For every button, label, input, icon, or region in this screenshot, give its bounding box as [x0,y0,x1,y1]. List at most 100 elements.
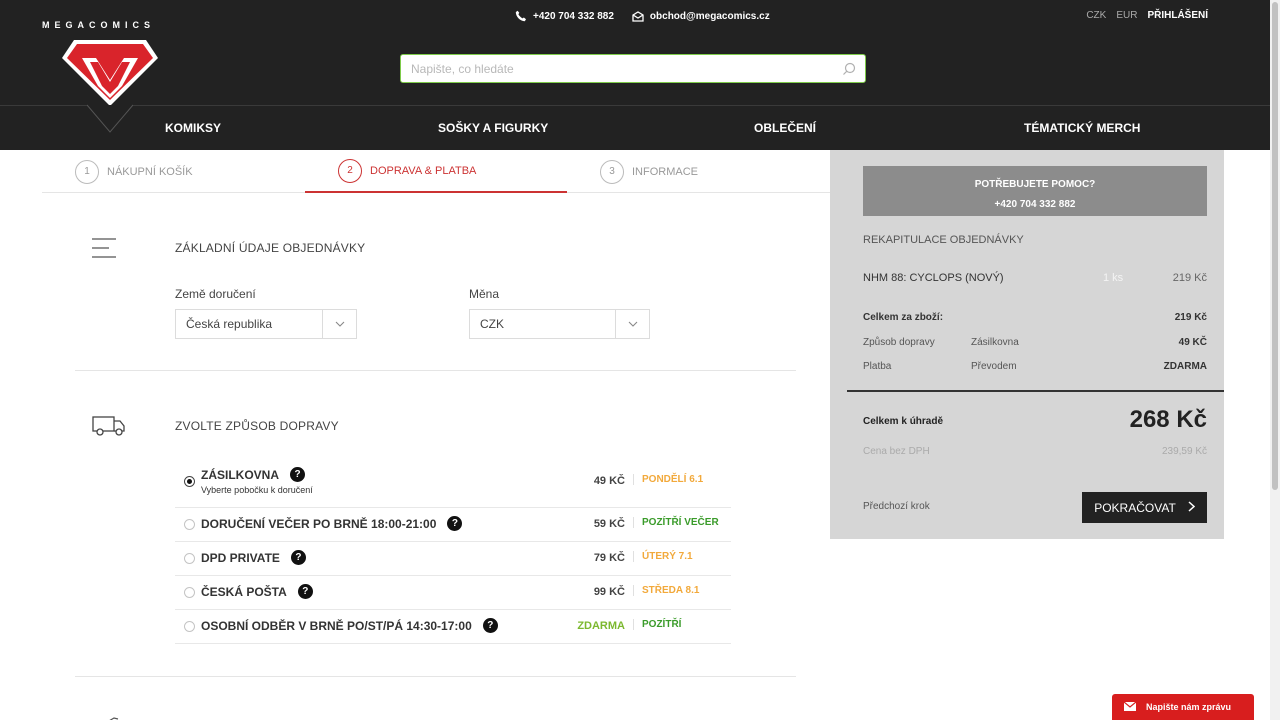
payment-method: Převodem [971,361,1017,372]
radio-button[interactable] [184,519,195,530]
country-label: Země doručení [175,287,256,301]
logo[interactable] [60,36,160,110]
radio-button[interactable] [184,621,195,632]
total-label: Celkem k úhradě [863,416,944,427]
nav-item-sosky-a-figurky[interactable]: SOŠKY A FIGURKY [438,121,548,135]
main-nav: KOMIKSY SOŠKY A FIGURKY OBLEČENÍ TÉMATIC… [0,105,1270,150]
shipping-option-label: DORUČENÍ VEČER PO BRNĚ 18:00-21:00 [201,516,437,531]
nav-item-tematicky-merch[interactable]: TÉMATICKÝ MERCH [1024,121,1140,135]
chat-label: Napište nám zprávu [1146,702,1232,712]
help-icon[interactable]: ? [482,618,498,633]
contact-bar: +420 704 332 882 obchod@megacomics.cz [515,10,770,22]
step-label: DOPRAVA & PLATBA [370,164,477,177]
shipping-option-label: OSOBNÍ ODBĚR V BRNĚ PO/ST/PÁ 14:30-17:00 [201,618,472,633]
phone-contact[interactable]: +420 704 332 882 [515,10,614,22]
shipping-option-dpd-private[interactable]: DPD PRIVATE ? 79 KČ ÚTERÝ 7.1 [175,542,731,576]
payment-section-icon [100,712,120,720]
currency-select[interactable]: CZK [469,309,650,339]
shipping-method: Zásilkovna [971,337,1019,348]
help-icon[interactable]: ? [447,516,463,531]
search-input[interactable] [401,55,821,82]
shipping-option-price: 79 KČ [593,552,625,564]
radio-button[interactable] [184,476,195,487]
scrollbar-thumb[interactable] [1272,2,1278,490]
shipping-option-label: ZÁSILKOVNA [201,467,279,482]
menu-lines-icon [92,238,118,265]
step-label: NÁKUPNÍ KOŠÍK [107,165,193,178]
shipping-option-label: ČESKÁ POŠTA [201,584,287,599]
shipping-option-date: STŘEDA 8.1 [633,585,699,596]
continue-label: POKRAČOVAT [1094,500,1176,515]
basic-info-title: ZÁKLADNÍ ÚDAJE OBJEDNÁVKY [175,241,366,255]
nav-item-komiksy[interactable]: KOMIKSY [165,121,221,135]
chat-button[interactable]: Napište nám zprávu [1112,694,1254,720]
shipping-option-doruceni-vecer[interactable]: DORUČENÍ VEČER PO BRNĚ 18:00-21:00 ? 59 … [175,508,731,542]
search-box [400,54,866,83]
country-select[interactable]: Česká republika [175,309,357,339]
shipping-option-label: DPD PRIVATE [201,550,280,565]
email-address: obchod@megacomics.cz [649,10,770,22]
help-icon[interactable]: ? [290,467,305,482]
currency-label: Měna [469,287,500,301]
goods-value: 219 Kč [1174,312,1207,323]
order-summary: POTŘEBUJETE POMOC? +420 704 332 882 REKA… [830,150,1224,539]
net-price-label: Cena bez DPH [863,446,930,457]
shipping-option-ceska-posta[interactable]: ČESKÁ POŠTA ? 99 KČ STŘEDA 8.1 [175,576,731,610]
checkout-steps: 1 NÁKUPNÍ KOŠÍK 2 DOPRAVA & PLATBA 3 INF… [42,150,830,193]
shipping-value: 49 KČ [1178,337,1207,348]
header: MEGACOMICS +420 704 332 882 obchod@megac… [0,0,1280,106]
summary-item-price: 219 Kč [1172,272,1207,284]
shipping-option-name: ČESKÁ POŠTA ? [201,584,313,599]
shipping-label: Způsob dopravy [863,337,935,348]
summary-title: REKAPITULACE OBJEDNÁVKY [863,234,1024,246]
search-icon[interactable] [842,62,856,81]
nav-item-obleceni[interactable]: OBLEČENÍ [754,121,816,135]
shipping-option-price: 99 KČ [593,586,625,598]
radio-button[interactable] [184,587,195,598]
payment-value: ZDARMA [1163,361,1207,372]
shipping-option-name: DPD PRIVATE ? [201,550,306,565]
login-link[interactable]: PŘIHLÁŠENÍ [1147,10,1208,21]
radio-button[interactable] [184,553,195,564]
summary-divider [847,390,1224,392]
currency-eur-link[interactable]: EUR [1116,10,1137,21]
shipping-option-name: DORUČENÍ VEČER PO BRNĚ 18:00-21:00 ? [201,516,463,531]
net-price-value: 239,59 Kč [1161,446,1207,457]
section-divider [75,676,796,677]
chevron-right-icon [1188,500,1195,515]
section-divider [75,370,796,371]
step-cart[interactable]: 1 NÁKUPNÍ KOŠÍK [75,150,193,193]
step-information[interactable]: 3 INFORMACE [600,150,698,193]
step-label: INFORMACE [632,165,698,178]
header-utilities: CZK EUR PŘIHLÁŠENÍ [1086,10,1208,21]
total-value: 268 Kč [1129,406,1207,433]
help-phone: +420 704 332 882 [994,199,1076,210]
shipping-option-date: PONDĚLÍ 6.1 [633,474,703,485]
summary-item-name: NHM 88: CYCLOPS (NOVÝ) [863,272,1004,284]
phone-number: +420 704 332 882 [533,10,614,22]
currency-czk-link[interactable]: CZK [1086,10,1106,21]
step-shipping-payment[interactable]: 2 DOPRAVA & PLATBA [305,150,567,193]
shipping-option-price: 49 KČ [593,475,625,487]
step-number: 3 [600,159,624,184]
shipping-title: ZVOLTE ZPŮSOB DOPRAVY [175,419,339,433]
truck-icon [92,415,126,442]
shipping-option-sub: Vyberte pobočku k doručení [201,485,313,495]
phone-icon [515,10,527,22]
shipping-option-name: OSOBNÍ ODBĚR V BRNĚ PO/ST/PÁ 14:30-17:00… [201,618,498,633]
email-contact[interactable]: obchod@megacomics.cz [632,10,770,22]
help-icon[interactable]: ? [290,550,306,565]
help-box[interactable]: POTŘEBUJETE POMOC? +420 704 332 882 [863,166,1207,216]
page-scrollbar[interactable] [1270,0,1280,720]
shipping-option-zasilkovna[interactable]: ZÁSILKOVNA ? Vyberte pobočku k doručení … [175,460,731,508]
shipping-option-date: ÚTERÝ 7.1 [633,551,693,562]
previous-step-link[interactable]: Předchozí krok [863,501,930,512]
help-icon[interactable]: ? [297,584,313,599]
shipping-option-price: 59 KČ [593,518,625,530]
summary-item-row: NHM 88: CYCLOPS (NOVÝ) 1 ks 219 Kč [863,272,1207,284]
chevron-down-icon [322,310,356,338]
step-number: 1 [75,159,99,184]
summary-shipping-row: Způsob dopravy Zásilkovna 49 KČ [863,337,1207,348]
shipping-option-osobni-odber[interactable]: OSOBNÍ ODBĚR V BRNĚ PO/ST/PÁ 14:30-17:00… [175,610,731,644]
continue-button[interactable]: POKRAČOVAT [1082,492,1207,523]
